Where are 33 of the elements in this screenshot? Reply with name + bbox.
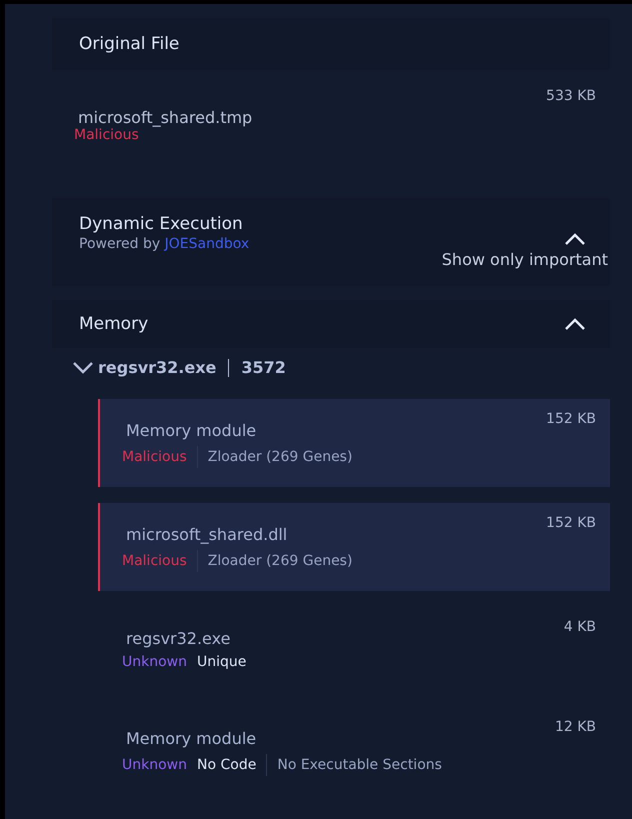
file-name: microsoft_shared.tmp <box>78 108 252 127</box>
item-size: 4 KB <box>564 619 596 637</box>
section-title: Dynamic Execution <box>79 214 244 234</box>
chevron-up-icon <box>564 232 586 246</box>
chevron-up-icon <box>564 317 586 331</box>
item-name: Memory module <box>126 421 258 440</box>
memory-item[interactable]: Memory module Malicious Zloader (269 Genes) 152 KB <box>98 399 610 487</box>
powered-by-text: Powered by JOESandbox <box>79 236 250 252</box>
item-size: 152 KB <box>546 515 596 533</box>
tag-label: Zloader (269 Genes) <box>208 449 352 465</box>
memory-item[interactable]: regsvr32.exe Unknown Unique 4 KB <box>98 607 610 695</box>
item-size: 152 KB <box>546 411 596 429</box>
item-size: 12 KB <box>554 719 596 737</box>
memory-item[interactable]: Memory module Unknown No Code No Executable Sections 12 KB <box>98 707 610 795</box>
verdict-label: Malicious <box>122 449 187 465</box>
tag-label: No Executable Sections <box>277 757 442 773</box>
section-title: Memory <box>79 314 148 334</box>
memory-item[interactable]: microsoft_shared.dll Malicious Zloader (269 Genes) 152 KB <box>98 503 610 591</box>
section-title: Original File <box>79 34 180 54</box>
process-node[interactable]: regsvr32.exe 3572 <box>72 358 286 377</box>
tag-label: Zloader (269 Genes) <box>208 553 352 569</box>
file-size: 533 KB <box>546 88 596 106</box>
item-name: Memory module <box>126 729 258 748</box>
verdict-label: Malicious <box>74 127 140 143</box>
filter-toggle-label[interactable]: Show only important <box>442 250 608 269</box>
item-name: regsvr32.exe <box>126 629 232 648</box>
tag-label: Unique <box>197 654 246 670</box>
chevron-down-icon <box>72 360 94 374</box>
verdict-label: Unknown <box>122 757 187 773</box>
tag-label: No Code <box>197 757 256 773</box>
item-name: microsoft_shared.dll <box>126 525 288 544</box>
verdict-label: Malicious <box>122 553 187 569</box>
verdict-label: Unknown <box>122 654 187 670</box>
